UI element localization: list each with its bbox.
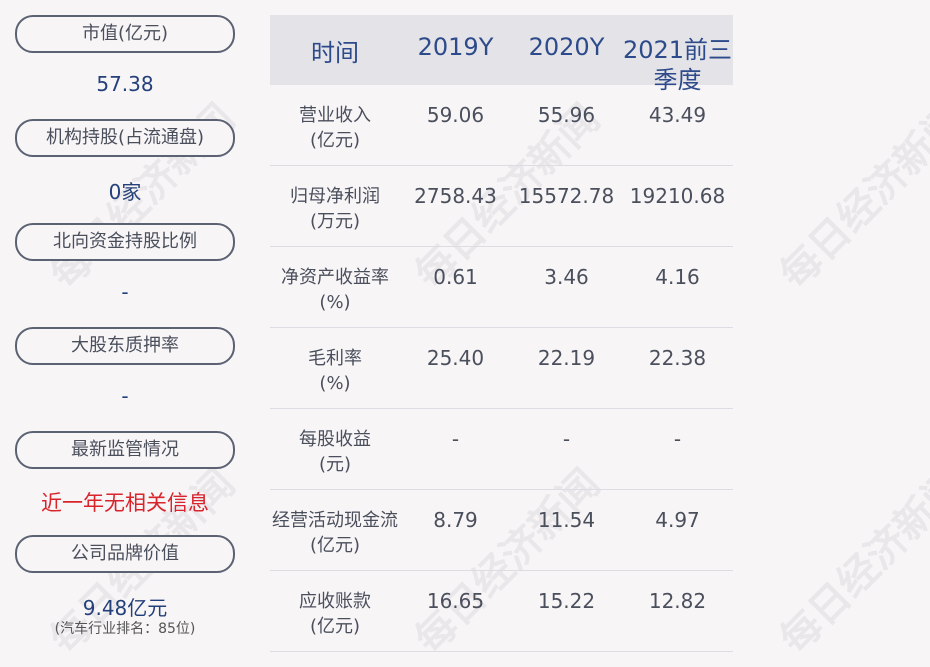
row-label: 每股收益 (元) xyxy=(299,429,371,475)
table-cell: 43.49 xyxy=(648,103,707,127)
institution-holding-label: 机构持股(占流通盘) xyxy=(15,119,235,157)
pledge-rate-value: - xyxy=(121,384,129,408)
table-cell: 19210.68 xyxy=(629,184,726,208)
table-row: 净资产收益率 (%) 0.61 3.46 4.16 xyxy=(270,247,733,328)
header-2020: 2020Y xyxy=(528,33,605,61)
table-cell: 22.38 xyxy=(648,346,707,370)
brand-value-label: 公司品牌价值 xyxy=(15,535,235,573)
pledge-rate-label: 大股东质押率 xyxy=(15,327,235,365)
northbound-ratio-label: 北向资金持股比例 xyxy=(15,223,235,261)
table-cell: 11.54 xyxy=(537,508,596,532)
table-row: 归母净利润 (万元) 2758.43 15572.78 19210.68 xyxy=(270,166,733,247)
table-cell: 0.61 xyxy=(433,265,478,289)
table-cell: 15.22 xyxy=(537,589,596,613)
table-cell: 59.06 xyxy=(426,103,485,127)
row-label: 应收账款 (亿元) xyxy=(299,591,371,637)
table-cell: 8.79 xyxy=(433,508,478,532)
table-row: 每股收益 (元) - - - xyxy=(270,409,733,490)
table-cell: 2758.43 xyxy=(414,184,497,208)
row-label: 净资产收益率 (%) xyxy=(281,267,389,313)
table-cell: 15572.78 xyxy=(518,184,615,208)
table-cell: - xyxy=(451,427,460,451)
table-cell: 16.65 xyxy=(426,589,485,613)
watermark: 每日经济新闻 xyxy=(771,95,930,298)
table-cell: 4.16 xyxy=(655,265,700,289)
table-cell: 12.82 xyxy=(648,589,707,613)
row-label: 毛利率 (%) xyxy=(308,348,362,394)
table-header: 时间 2019Y 2020Y 2021前三季度 xyxy=(270,15,733,94)
brand-rank-note: (汽车行业排名：85位) xyxy=(54,621,196,637)
regulation-value: 近一年无相关信息 xyxy=(41,491,209,515)
northbound-ratio-value: - xyxy=(121,280,129,304)
watermark: 每日经济新闻 xyxy=(771,460,930,663)
row-label: 归母净利润 (万元) xyxy=(290,186,380,232)
regulation-label: 最新监管情况 xyxy=(15,431,235,469)
market-cap-label: 市值(亿元) xyxy=(15,15,235,53)
table-cell: 55.96 xyxy=(537,103,596,127)
table-row: 营业收入 (亿元) 59.06 55.96 43.49 xyxy=(270,85,733,166)
table-cell: - xyxy=(562,427,571,451)
header-2019: 2019Y xyxy=(417,33,494,61)
table-cell: 25.40 xyxy=(426,346,485,370)
table-cell: - xyxy=(673,427,682,451)
table-row: 毛利率 (%) 25.40 22.19 22.38 xyxy=(270,328,733,409)
header-time: 时间 xyxy=(311,39,359,67)
table-cell: 3.46 xyxy=(544,265,589,289)
table-cell: 22.19 xyxy=(537,346,596,370)
table-cell: 4.97 xyxy=(655,508,700,532)
brand-value-value: 9.48亿元 xyxy=(82,596,168,620)
table-row: 应收账款 (亿元) 16.65 15.22 12.82 xyxy=(270,571,733,652)
market-cap-value: 57.38 xyxy=(96,72,154,96)
institution-holding-value: 0家 xyxy=(108,180,142,204)
row-label: 营业收入 (亿元) xyxy=(299,105,371,151)
row-label: 经营活动现金流 (亿元) xyxy=(272,510,398,556)
table-row: 经营活动现金流 (亿元) 8.79 11.54 4.97 xyxy=(270,490,733,571)
